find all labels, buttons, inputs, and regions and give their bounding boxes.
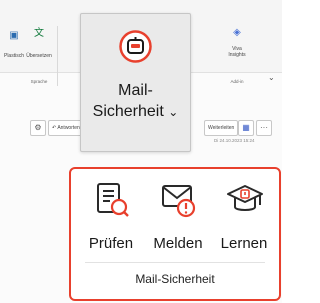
mail-security-label-text: Sicherheit [92, 103, 164, 120]
reply-label: Antworten [57, 125, 80, 131]
pruefen-button[interactable]: Prüfen [79, 173, 143, 253]
panel-divider [85, 262, 265, 263]
mail-security-ribbon-button[interactable]: Mail- Sicherheit ⌄ [80, 13, 191, 152]
mail-security-group-title: Mail-Sicherheit [135, 272, 215, 286]
mail-warning-icon [162, 185, 196, 218]
ribbon-group-sprache: Sprache [30, 79, 48, 84]
graduation-cap-icon [227, 185, 263, 211]
more-options-icon[interactable]: ··· [256, 120, 272, 136]
melden-button[interactable]: Melden [146, 173, 210, 253]
message-date: Di 24.10.2023 15:24 [214, 138, 255, 143]
forward-label: Weiterleiten [208, 125, 235, 131]
teams-icon[interactable]: ▦ [238, 120, 254, 136]
ribbon-divider [57, 26, 58, 86]
lernen-label: Lernen [220, 235, 268, 252]
reply-button[interactable]: ↶ Antworten [48, 120, 84, 136]
document-search-icon [97, 183, 129, 217]
viva-insights-icon[interactable]: ◈ [225, 28, 249, 38]
ribbon-group-addin: Add-in [230, 79, 244, 84]
mail-security-label-line2: Sicherheit ⌄ [81, 103, 190, 121]
settings-icon[interactable]: ⚙ [30, 120, 46, 136]
translate-icon[interactable]: 文 [28, 29, 50, 39]
mail-security-menu: Prüfen Melden Lernen Mail-Sicherheit [69, 167, 281, 301]
outlook-window: ▣ Plastisch 文 Übersetzen Sprache ◈ Viva … [0, 0, 282, 303]
pruefen-label: Prüfen [88, 235, 134, 252]
chevron-down-icon: ⌄ [168, 105, 179, 119]
office-icon[interactable]: ▣ [3, 31, 25, 41]
ribbon-collapse-chevron-icon[interactable]: ⌄ [268, 73, 275, 82]
ribbon-item-uebersetzen[interactable]: Übersetzen [23, 53, 55, 59]
forward-button[interactable]: Weiterleiten [204, 120, 239, 136]
mail-security-logo [119, 30, 152, 68]
lernen-button[interactable]: Lernen [212, 173, 276, 253]
melden-label: Melden [153, 235, 203, 252]
mail-security-label-line1: Mail- [118, 82, 153, 99]
viva-label-line2[interactable]: Insights [222, 52, 252, 58]
